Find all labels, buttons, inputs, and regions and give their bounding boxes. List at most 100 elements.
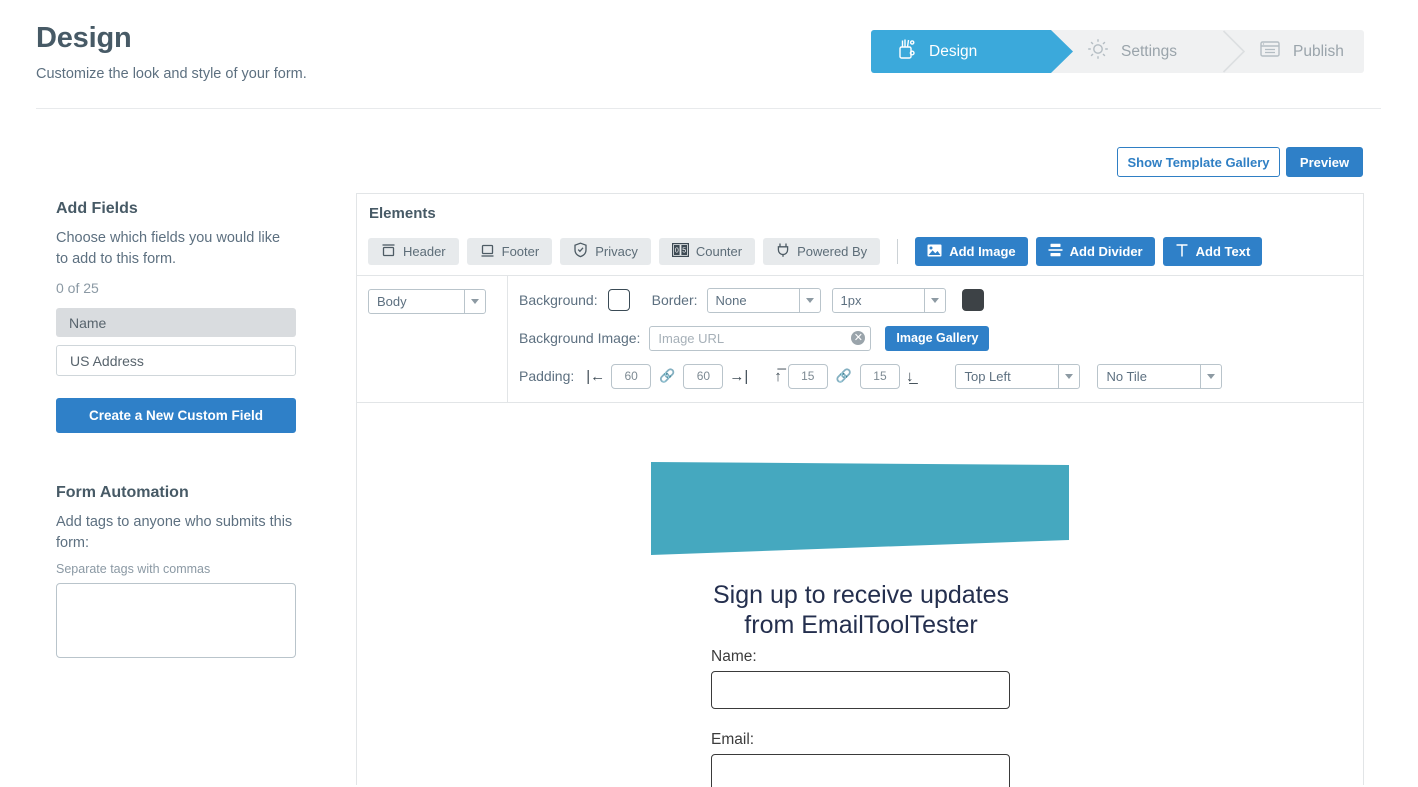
add-fields-section: Add Fields Choose which fields you would… xyxy=(56,200,296,434)
elements-toolbar: Header Footer Privacy 0 5 Counter Powere… xyxy=(368,237,1263,266)
background-position-value: Top Left xyxy=(964,368,1011,384)
link-chain-icon-vertical[interactable]: 🔗 xyxy=(836,368,852,384)
step-settings[interactable]: Settings xyxy=(1073,30,1233,73)
form-heading-line1: Sign up to receive updates xyxy=(712,581,1010,609)
page-subtitle: Customize the look and style of your for… xyxy=(36,66,307,82)
background-image-row: Background Image: ✕ Image Gallery xyxy=(508,319,1363,357)
step-design[interactable]: Design xyxy=(871,30,1051,73)
field-option-name[interactable]: Name xyxy=(56,308,296,338)
border-style-value: None xyxy=(715,292,747,308)
add-divider-button[interactable]: Add Divider xyxy=(1035,237,1155,266)
form-automation-description: Add tags to anyone who submits this form… xyxy=(56,514,293,551)
image-icon xyxy=(927,244,942,260)
background-color-swatch[interactable] xyxy=(607,289,630,311)
step-settings-label: Settings xyxy=(1121,42,1178,60)
header-box-icon xyxy=(381,243,396,261)
background-tile-select[interactable]: No Tile xyxy=(1097,363,1223,389)
show-template-gallery-button[interactable]: Show Template Gallery xyxy=(1117,147,1280,177)
image-gallery-button[interactable]: Image Gallery xyxy=(885,325,990,351)
form-preview-area: Sign up to receive updates from EmailToo… xyxy=(357,403,1363,787)
border-style-select[interactable]: None xyxy=(706,287,821,313)
add-text-label: Add Text xyxy=(1195,244,1251,259)
counter-digits-icon: 0 5 xyxy=(671,243,689,260)
page-title: Design xyxy=(36,22,132,54)
preview-field-input-name[interactable] xyxy=(711,671,1010,709)
tags-hint: Separate tags with commas xyxy=(56,562,211,577)
create-custom-field-button[interactable]: Create a New Custom Field xyxy=(56,398,296,434)
padding-label: Padding: xyxy=(519,368,575,384)
element-toggle-counter-label: Counter xyxy=(695,244,743,259)
step-publish-label: Publish xyxy=(1293,42,1344,60)
chevron-down-icon xyxy=(1200,364,1221,388)
preview-button[interactable]: Preview xyxy=(1286,147,1363,177)
pencil-cup-icon xyxy=(893,36,919,67)
design-main-panel: Elements Header Footer Privacy 0 5 Count… xyxy=(356,193,1364,787)
footer-box-icon xyxy=(480,243,495,261)
background-image-input[interactable] xyxy=(649,325,872,351)
link-chain-icon-horizontal[interactable]: 🔗 xyxy=(659,368,675,384)
tags-input[interactable] xyxy=(56,583,296,659)
element-toggle-privacy-label: Privacy xyxy=(595,244,638,259)
elements-title: Elements xyxy=(369,205,436,222)
form-heading[interactable]: Sign up to receive updates from EmailToo… xyxy=(611,580,1111,640)
add-divider-label: Add Divider xyxy=(1069,244,1143,259)
padding-left-input[interactable] xyxy=(611,363,652,389)
add-image-label: Add Image xyxy=(949,244,1016,259)
padding-bottom-input[interactable] xyxy=(859,363,900,389)
properties-controls: Background: Border: None 1px Background … xyxy=(508,276,1363,402)
target-select[interactable]: Body xyxy=(368,289,486,314)
properties-target-column: Body xyxy=(357,276,508,402)
border-color-swatch[interactable] xyxy=(961,289,984,311)
element-toggle-footer[interactable]: Footer xyxy=(466,238,553,265)
step-design-label: Design xyxy=(929,42,978,60)
form-heading-line2: from EmailToolTester xyxy=(744,611,978,639)
background-tile-value: No Tile xyxy=(1106,368,1147,384)
svg-text:0: 0 xyxy=(675,248,679,255)
padding-top-icon: ↑̅ xyxy=(774,367,782,385)
form-banner-image[interactable] xyxy=(651,462,1069,555)
sidebar: Add Fields Choose which fields you would… xyxy=(56,200,296,663)
padding-row: Padding: |← 🔗 →| ↑̅ 🔗 ↓̲ Top Left No Til… xyxy=(508,357,1363,395)
elements-section: Elements Header Footer Privacy 0 5 Count… xyxy=(357,194,1363,275)
element-toggle-footer-label: Footer xyxy=(501,244,540,259)
field-option-us-address[interactable]: US Address xyxy=(56,345,296,377)
element-toggle-powered-by[interactable]: Powered By xyxy=(763,238,881,265)
padding-top-input[interactable] xyxy=(787,363,828,389)
background-label: Background: xyxy=(519,292,598,308)
padding-bottom-icon: ↓̲ xyxy=(905,367,914,385)
padding-right-input[interactable] xyxy=(683,363,724,389)
element-toggle-privacy[interactable]: Privacy xyxy=(560,238,651,265)
border-label: Border: xyxy=(651,292,698,308)
form-automation-heading: Form Automation xyxy=(56,484,189,502)
text-t-icon xyxy=(1175,243,1189,261)
element-toggle-powered-by-label: Powered By xyxy=(797,244,868,259)
step-arrow-2 xyxy=(1223,30,1245,73)
plug-icon xyxy=(776,242,790,261)
target-select-value: Body xyxy=(377,294,407,309)
toolbar-separator xyxy=(897,239,899,264)
preview-field-label-name: Name: xyxy=(711,648,757,665)
clear-icon[interactable]: ✕ xyxy=(851,330,866,345)
chevron-down-icon xyxy=(798,288,820,312)
properties-row: Body Background: Border: None 1px Backgr… xyxy=(357,276,1363,402)
add-text-button[interactable]: Add Text xyxy=(1162,237,1263,266)
element-toggle-counter[interactable]: 0 5 Counter xyxy=(658,238,756,265)
step-arrow-1 xyxy=(1051,30,1073,73)
divider-icon xyxy=(1048,243,1063,260)
step-navigation: Design Settings Publish xyxy=(871,30,1364,73)
chevron-down-icon xyxy=(923,288,945,312)
background-image-label: Background Image: xyxy=(519,330,641,346)
shield-check-icon xyxy=(573,242,588,261)
element-toggle-header[interactable]: Header xyxy=(368,238,459,265)
add-image-button[interactable]: Add Image xyxy=(915,237,1028,266)
gear-icon xyxy=(1085,36,1111,67)
background-position-select[interactable]: Top Left xyxy=(955,363,1081,389)
preview-field-input-email[interactable] xyxy=(711,754,1010,787)
padding-right-icon: →| xyxy=(729,367,749,385)
chevron-down-icon xyxy=(1058,364,1079,388)
window-list-icon xyxy=(1257,36,1283,67)
chevron-down-icon xyxy=(464,290,485,313)
step-publish[interactable]: Publish xyxy=(1245,30,1364,73)
border-width-select[interactable]: 1px xyxy=(831,287,946,313)
add-fields-heading: Add Fields xyxy=(56,200,138,217)
